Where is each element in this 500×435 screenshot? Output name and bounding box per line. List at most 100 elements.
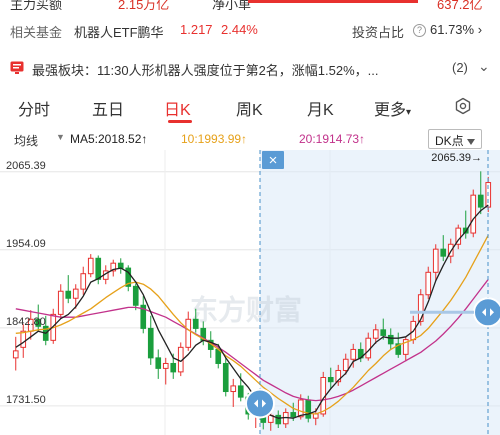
- period-tabs: 分时 五日 日K 周K 月K 更多▾: [0, 92, 500, 123]
- candle-body: [65, 290, 72, 299]
- candle-body: [162, 362, 169, 369]
- invest-ratio-value: 61.73%: [430, 22, 475, 37]
- y-tick-label: 1954.09: [6, 238, 46, 250]
- net-small-label: 净小单: [212, 0, 252, 10]
- candle-body: [425, 271, 432, 296]
- candle-body: [327, 376, 334, 383]
- candle-body: [155, 357, 162, 369]
- candle-body: [470, 194, 477, 234]
- candle-down: [140, 296, 147, 334]
- candle-body: [72, 288, 79, 299]
- main-buy-value: 2.15万亿: [118, 0, 170, 10]
- close-selection-button[interactable]: ×: [262, 151, 284, 169]
- candle-up: [87, 254, 94, 278]
- candle-body: [372, 329, 379, 339]
- candle-body: [185, 318, 192, 348]
- ma20-value: 20:1914.73↑: [299, 132, 366, 146]
- chevron-right-icon[interactable]: ›: [478, 22, 482, 37]
- tab-daily-k[interactable]: 日K: [164, 96, 191, 120]
- candle-body: [170, 362, 177, 373]
- candle-body: [290, 412, 297, 418]
- candle-body: [147, 327, 154, 359]
- candle-body: [222, 362, 229, 393]
- fund-name[interactable]: 机器人ETF鹏华: [74, 22, 164, 41]
- help-icon[interactable]: ?: [413, 24, 426, 37]
- candle-body: [342, 358, 349, 371]
- indicator-select[interactable]: 均线: [14, 132, 38, 149]
- handle-circle: [245, 388, 275, 419]
- top-summary-strip: 主力买额 2.15万亿 净小单 637.2亿: [0, 0, 500, 10]
- candle-body: [387, 334, 394, 345]
- dk-point-button[interactable]: DK点: [428, 129, 483, 149]
- candle-up: [162, 357, 169, 385]
- candle-body: [417, 294, 424, 322]
- candle-body: [477, 194, 484, 208]
- candle-up: [110, 259, 117, 277]
- candle-down: [65, 275, 72, 304]
- candle-body: [297, 399, 304, 418]
- candle-body: [12, 350, 19, 359]
- candle-down: [155, 349, 162, 379]
- y-axis-labels: 2065.39 1954.09 1842.80 1731.50: [6, 160, 46, 406]
- related-fund-label: 相关基金: [10, 25, 63, 40]
- candle-body: [117, 262, 124, 269]
- candle-body: [350, 348, 357, 360]
- tab-weekly-k[interactable]: 周K: [236, 96, 263, 120]
- candle-up: [57, 284, 64, 319]
- right-drag-handle[interactable]: [473, 297, 500, 328]
- chevron-down-icon[interactable]: ⌄: [478, 58, 490, 75]
- left-drag-handle[interactable]: [245, 388, 275, 419]
- candle-body: [57, 290, 64, 315]
- fund-price: 1.217: [180, 22, 213, 37]
- tab-five-day[interactable]: 五日: [92, 96, 124, 120]
- y-tick-label: 1842.80: [6, 316, 46, 328]
- candle-body: [440, 248, 447, 257]
- y-tick-label: 1731.50: [6, 394, 46, 406]
- net-flow-bar: [248, 0, 418, 3]
- y-tick-label: 2065.39: [6, 160, 46, 172]
- candle-body: [305, 399, 312, 419]
- candle-down: [132, 283, 139, 311]
- invest-ratio-label: 投资占比: [352, 25, 405, 40]
- dropdown-triangle-icon: [467, 138, 476, 145]
- strongest-sector-row[interactable]: 最强板块：11:30人形机器人强度位于第2名，涨幅1.52%，... (2) ⌄: [0, 54, 500, 82]
- sector-news-text: 最强板块：11:30人形机器人强度位于第2名，涨幅1.52%，...: [32, 63, 379, 78]
- tab-intraday[interactable]: 分时: [18, 96, 50, 120]
- candle-body: [80, 273, 87, 290]
- candle-down: [117, 258, 124, 274]
- candle-body: [432, 248, 439, 273]
- ma5-value: MA5:2018.52↑: [70, 132, 148, 146]
- candle-down: [147, 315, 154, 365]
- tab-more-label: 更多: [374, 102, 407, 119]
- candle-down: [222, 357, 229, 397]
- candle-body: [87, 257, 94, 275]
- max-value-marker: 2065.39→: [431, 152, 482, 164]
- candle-body: [95, 257, 102, 280]
- candle-body: [237, 385, 244, 398]
- fund-change-pct: 2.44%: [221, 22, 258, 37]
- dropdown-arrow-icon[interactable]: ▼: [56, 132, 65, 142]
- handle-circle: [473, 297, 500, 328]
- active-tab-indicator: [168, 120, 192, 123]
- candle-body: [192, 318, 199, 329]
- ma-legend: 均线 ▼ MA5:2018.52↑ 10:1993.99↑ 20:1914.73…: [0, 129, 500, 149]
- candle-body: [132, 285, 139, 306]
- sector-news-count: (2): [452, 60, 468, 75]
- candle-body: [380, 329, 387, 336]
- caret-down-icon: ▾: [406, 107, 412, 118]
- selection-area: [260, 150, 500, 435]
- watermark: 东方财富: [190, 293, 302, 325]
- candle-up: [230, 378, 237, 407]
- ma10-value: 10:1993.99↑: [181, 132, 248, 146]
- net-small-value: 637.2亿: [437, 0, 483, 10]
- candle-body: [275, 414, 282, 425]
- tab-more[interactable]: 更多▾: [374, 96, 411, 120]
- related-fund-row[interactable]: 相关基金 机器人ETF鹏华 1.217 2.44% 投资占比 ? 61.73% …: [0, 18, 500, 44]
- gear-icon[interactable]: [454, 97, 472, 115]
- candle-body: [230, 385, 237, 393]
- candle-up: [80, 266, 87, 295]
- tab-monthly-k[interactable]: 月K: [307, 96, 334, 120]
- main-buy-label: 主力买额: [10, 0, 63, 10]
- candle-body: [365, 337, 372, 359]
- kline-chart[interactable]: 东方财富 2065.39 1954.09 1842.80 1731.50 × 2065.…: [0, 150, 500, 435]
